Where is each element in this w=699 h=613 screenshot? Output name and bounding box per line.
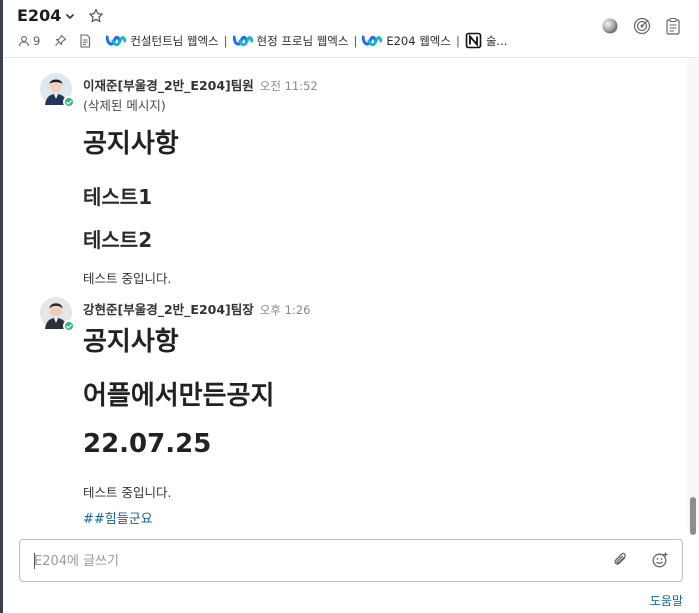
bookmark-notion[interactable]: 술... <box>465 32 508 49</box>
emoji-add-icon[interactable] <box>651 551 669 569</box>
message-heading-2: 테스트1 <box>83 185 153 209</box>
bookmark-separator: | <box>455 33 460 48</box>
channel-title-row: E204 <box>17 6 104 25</box>
channel-toolbar: 9 컨설턴트님 웹엑스 | 현정 프로님 웹엑스 | E204 웹엑스 | 술.… <box>18 32 507 49</box>
pin-icon[interactable] <box>54 34 67 47</box>
online-status-icon <box>63 320 75 332</box>
bookmark-label: 컨설턴트님 웹엑스 <box>130 33 219 48</box>
scrollbar-thumb[interactable] <box>690 497 696 535</box>
avatar[interactable] <box>40 73 75 108</box>
person-icon <box>18 35 30 47</box>
message-heading-1: 22.07.25 <box>83 429 212 459</box>
notion-icon <box>465 32 482 49</box>
header-actions <box>601 17 681 39</box>
help-link[interactable]: 도움말 <box>650 592 683 609</box>
channel-title[interactable]: E204 <box>17 6 61 25</box>
webex-icon <box>362 34 383 48</box>
text-caret <box>34 553 35 569</box>
hashtag-link[interactable]: ##힘들군요 <box>83 508 153 527</box>
avatar[interactable] <box>40 297 75 332</box>
bookmark-webex-hyunjeong[interactable]: 현정 프로님 웹엑스 <box>232 33 349 49</box>
bookmark-label: 현정 프로님 웹엑스 <box>256 33 349 48</box>
message-meta: 강현준[부울경_2반_E204]팀장 오후 1:26 <box>83 299 310 318</box>
bookmark-separator: | <box>353 33 358 48</box>
clipboard-icon[interactable] <box>665 17 681 39</box>
message-input[interactable] <box>34 550 594 572</box>
file-icon[interactable] <box>79 33 91 48</box>
message-meta: 이재준[부울경_2반_E204]팀원 오전 11:52 <box>83 75 318 94</box>
member-count-button[interactable]: 9 <box>18 34 40 48</box>
message-heading-1: 공지사항 <box>83 129 179 159</box>
scrollbar-track[interactable] <box>687 59 699 529</box>
channel-header: E204 9 컨설턴트님 웹엑스 | 현정 프로님 웹엑스 | E204 웹엑스… <box>3 0 699 58</box>
webex-icon <box>106 34 127 48</box>
message-body-text: 테스트 중입니다. <box>83 271 172 286</box>
huddle-icon[interactable] <box>601 17 619 39</box>
message-heading-2: 테스트2 <box>83 228 153 252</box>
message-heading-1: 어플에서만든공지 <box>83 381 275 411</box>
bookmark-webex-consultant[interactable]: 컨설턴트님 웹엑스 <box>106 33 219 49</box>
message-timestamp[interactable]: 오전 11:52 <box>260 78 318 94</box>
message-author[interactable]: 이재준[부울경_2반_E204]팀원 <box>83 75 254 94</box>
chevron-down-icon[interactable] <box>64 10 76 22</box>
deleted-message-text: (삭제된 메시지) <box>83 98 166 113</box>
target-icon[interactable] <box>633 17 651 39</box>
message-list[interactable]: 이재준[부울경_2반_E204]팀원 오전 11:52 (삭제된 메시지) 공지… <box>3 59 687 529</box>
message-body-text: 테스트 중입니다. <box>83 485 172 500</box>
online-status-icon <box>63 96 75 108</box>
member-count: 9 <box>33 33 41 48</box>
message-timestamp[interactable]: 오후 1:26 <box>260 302 311 318</box>
bookmark-webex-e204[interactable]: E204 웹엑스 <box>362 33 451 49</box>
bookmark-separator: | <box>223 33 228 48</box>
bookmark-label: 술... <box>485 33 508 48</box>
star-icon[interactable] <box>88 8 104 24</box>
webex-icon <box>232 34 253 48</box>
message-author[interactable]: 강현준[부울경_2반_E204]팀장 <box>83 299 254 318</box>
bookmark-label: E204 웹엑스 <box>386 33 451 48</box>
attachment-icon[interactable] <box>612 551 630 569</box>
message-heading-1: 공지사항 <box>83 327 179 357</box>
message-composer[interactable] <box>19 539 683 582</box>
